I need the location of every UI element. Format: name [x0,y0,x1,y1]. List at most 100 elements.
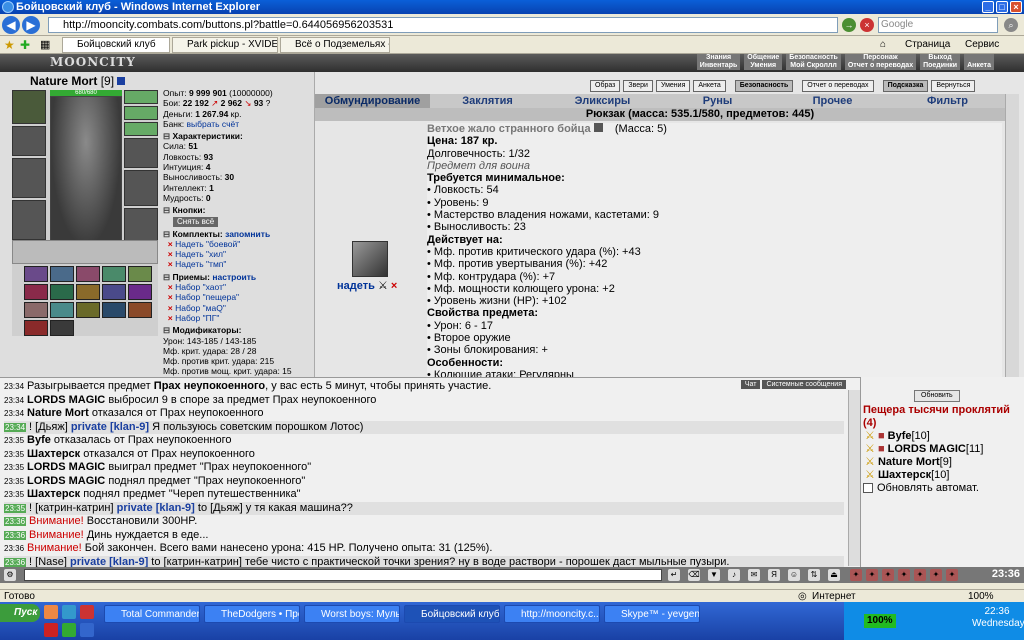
chat-nick[interactable]: Nature Mort [27,407,89,419]
tab-runes[interactable]: Руны [660,94,775,108]
tools-menu[interactable]: Сервис [965,38,999,52]
menu-transfers[interactable]: Отчет о переводах [844,62,917,70]
go-icon[interactable]: → [842,18,856,32]
info-icon[interactable] [117,77,126,85]
quick-slot[interactable] [50,302,74,318]
drop-icon[interactable]: × [391,280,397,292]
tab-elixirs[interactable]: Эликсиры [545,94,660,108]
task-mooncity[interactable]: http://mooncity.c... [504,605,600,623]
address-input[interactable]: http://mooncity.combats.com/buttons.pl?b… [48,17,838,33]
tricks-setup-link[interactable]: настроить [212,272,256,282]
chat-input[interactable] [24,569,662,581]
chat-time[interactable]: 23:36 [4,544,24,553]
ring-slot[interactable] [124,122,158,136]
quick-slot[interactable] [76,266,100,282]
image-button[interactable]: Образ [590,80,621,92]
tab-list-icon[interactable]: ▦ [40,38,50,51]
chat-time[interactable]: 23:35 [4,463,24,472]
minimize-button[interactable]: _ [982,1,994,13]
battery-indicator[interactable]: 100% [864,614,896,628]
tool-icon[interactable]: ✦ [930,569,942,581]
search-input[interactable]: Google [878,17,998,33]
buttons-header[interactable]: Кнопки: [163,205,313,215]
bank-link[interactable]: выбрать счёт [186,119,239,129]
chat-time[interactable]: 23:35 [4,477,24,486]
earring-slot[interactable] [124,106,158,120]
menu-security[interactable]: Безопасность [786,54,841,62]
hint-button[interactable]: Подсказка [882,80,929,92]
chat-nick[interactable]: private [klan-9] [117,502,195,514]
rune-slots-row[interactable] [12,240,158,264]
clear-icon[interactable]: ⌫ [688,569,700,581]
chat-time[interactable]: 23:36 [4,530,27,540]
chat-scrollbar[interactable] [848,390,860,566]
menu-knowledge[interactable]: Знания [696,54,741,62]
helmet-slot[interactable] [12,90,46,124]
chat-nick[interactable]: private [klan-9] [70,556,148,568]
security-button[interactable]: Безопасность [734,80,794,92]
item-image[interactable] [352,241,388,277]
task-skype[interactable]: Skype™ - yevgen... [604,605,700,623]
chat-time[interactable]: 23:34 [4,382,24,391]
mods-header[interactable]: Модификаторы: [163,325,313,335]
inventory-scrollbar[interactable] [1005,94,1019,377]
menu-character[interactable]: Персонаж [844,54,917,62]
start-button[interactable]: Пуск [0,604,40,622]
gloves-slot[interactable] [124,138,158,168]
chat-time[interactable]: 23:36 [4,517,27,526]
tab-filter[interactable]: Фильтр [890,94,1005,108]
item-name[interactable]: Ветхое жало странного бойца [427,123,591,135]
chat-time[interactable]: 23:35 [4,436,24,445]
pants-slot[interactable] [124,208,158,244]
quicklaunch-icon[interactable] [80,623,94,637]
chat-nick[interactable]: Byfe [27,434,51,446]
trick-set-link[interactable]: Набор "хаот" [175,282,226,292]
quick-slot[interactable] [24,302,48,318]
maximize-button[interactable]: □ [996,1,1008,13]
quick-slot[interactable] [76,302,100,318]
menu-inventory[interactable]: Инвентарь [696,62,741,70]
quick-slot[interactable] [24,320,48,336]
task-worst-boys[interactable]: Worst boys: Муль... [304,605,400,623]
back-button[interactable]: ◀ [2,16,20,34]
quick-slot[interactable] [50,266,74,282]
task-dodgers[interactable]: TheDodgers • Про... [204,605,300,623]
tool-icon[interactable]: ✦ [914,569,926,581]
chat-time[interactable]: 23:35 [4,450,24,459]
exit-chat-icon[interactable]: ⏏ [828,569,840,581]
menu-scroll[interactable]: Мой Скроллл [786,62,841,70]
sets-remember-link[interactable]: запомнить [225,229,270,239]
wear-link[interactable]: надеть [337,280,375,292]
scroll-icon[interactable]: ⇅ [808,569,820,581]
tool-icon[interactable]: ✦ [882,569,894,581]
sound-icon[interactable]: ♪ [728,569,740,581]
bracer-slot[interactable] [12,126,46,156]
quicklaunch-icon[interactable] [44,623,58,637]
menu-exit[interactable]: Выход [920,54,961,62]
task-total-commander[interactable]: Total Commander ... [104,605,200,623]
tab-other[interactable]: Прочее [775,94,890,108]
auto-refresh-checkbox[interactable]: Обновлять автомат. [863,482,983,494]
quicklaunch-icon[interactable] [44,605,58,619]
quick-slot[interactable] [102,302,126,318]
menu-social[interactable]: Общение [744,54,783,62]
set-tmp-link[interactable]: Надеть "тмп" [175,259,226,269]
settings-icon[interactable]: ⚙ [4,569,16,581]
quick-slot[interactable] [50,284,74,300]
player-entry[interactable]: ⚔ Nature Mort[9] [865,455,952,468]
trick-set-link[interactable]: Набор "маQ" [175,303,226,313]
chat-nick[interactable]: Шахтерск [27,488,80,500]
send-icon[interactable]: ↵ [668,569,680,581]
tool-icon[interactable]: ✦ [866,569,878,581]
pets-button[interactable]: Звери [623,80,653,92]
trick-set-link[interactable]: Набор "ПГ" [175,313,219,323]
stop-icon[interactable]: × [860,18,874,32]
forward-button[interactable]: ▶ [22,16,40,34]
tool-icon[interactable]: ✦ [946,569,958,581]
translit-icon[interactable]: Я [768,569,780,581]
add-favorite-icon[interactable]: ✚ [20,38,30,52]
refresh-button[interactable]: Обновить [914,390,960,402]
task-combats[interactable]: Бойцовский клуб... [404,605,500,623]
smiley-icon[interactable]: ☺ [788,569,800,581]
profile-button[interactable]: Анкета [693,80,726,92]
